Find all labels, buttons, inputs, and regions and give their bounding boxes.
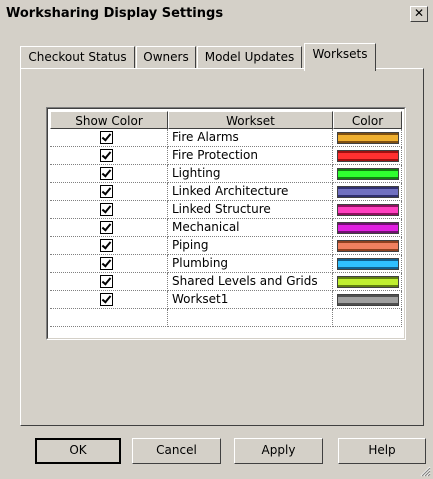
show-color-cell (50, 183, 168, 201)
tab-owners[interactable]: Owners (136, 46, 196, 69)
cancel-button[interactable]: Cancel (132, 438, 221, 464)
color-swatch[interactable] (337, 294, 399, 306)
workset-name: Linked Structure (172, 202, 271, 216)
color-swatch[interactable] (337, 168, 399, 180)
show-color-cell (50, 219, 168, 237)
workset-cell[interactable]: Plumbing (168, 255, 333, 273)
show-color-checkbox[interactable] (100, 221, 113, 234)
workset-name: Fire Protection (172, 148, 258, 162)
color-cell (333, 165, 402, 183)
workset-name: Piping (172, 238, 209, 252)
empty-cell (333, 309, 402, 327)
show-color-cell (50, 165, 168, 183)
workset-name: Workset1 (172, 292, 229, 306)
workset-cell[interactable]: Workset1 (168, 291, 333, 309)
workset-cell[interactable]: Fire Protection (168, 147, 333, 165)
workset-cell[interactable]: Shared Levels and Grids (168, 273, 333, 291)
color-swatch[interactable] (337, 240, 399, 252)
color-swatch[interactable] (337, 276, 399, 288)
title-bar[interactable]: Worksharing Display Settings ✕ (3, 2, 430, 26)
show-color-cell (50, 201, 168, 219)
show-color-checkbox[interactable] (100, 293, 113, 306)
workset-name: Plumbing (172, 256, 229, 270)
workset-cell[interactable]: Piping (168, 237, 333, 255)
help-button[interactable]: Help (338, 438, 426, 464)
show-color-checkbox[interactable] (100, 275, 113, 288)
color-swatch[interactable] (337, 258, 399, 270)
resize-grip-icon[interactable] (419, 465, 431, 477)
color-cell (333, 255, 402, 273)
show-color-cell (50, 147, 168, 165)
workset-cell[interactable]: Linked Structure (168, 201, 333, 219)
workset-name: Mechanical (172, 220, 240, 234)
color-swatch[interactable] (337, 204, 399, 216)
color-cell (333, 291, 402, 309)
show-color-cell (50, 273, 168, 291)
color-cell (333, 273, 402, 291)
column-header-color[interactable]: Color (333, 111, 402, 129)
workset-cell[interactable]: Fire Alarms (168, 129, 333, 147)
workset-name: Shared Levels and Grids (172, 274, 318, 288)
color-swatch[interactable] (337, 222, 399, 234)
color-swatch[interactable] (337, 186, 399, 198)
color-cell (333, 237, 402, 255)
color-cell (333, 201, 402, 219)
tab-worksets[interactable]: Worksets (304, 43, 376, 71)
show-color-cell (50, 291, 168, 309)
show-color-checkbox[interactable] (100, 149, 113, 162)
ok-button[interactable]: OK (35, 438, 121, 464)
worksharing-dialog: Worksharing Display Settings ✕ Checkout … (0, 0, 433, 479)
workset-cell[interactable]: Mechanical (168, 219, 333, 237)
show-color-checkbox[interactable] (100, 167, 113, 180)
workset-grid[interactable]: Show Color Workset Color Fire Alarms Fire… (46, 107, 406, 340)
window-title: Worksharing Display Settings (6, 6, 224, 21)
show-color-cell (50, 255, 168, 273)
show-color-cell (50, 237, 168, 255)
color-cell (333, 219, 402, 237)
show-color-checkbox[interactable] (100, 203, 113, 216)
tab-model-updates[interactable]: Model Updates (197, 46, 302, 69)
workset-name: Lighting (172, 166, 221, 180)
color-cell (333, 147, 402, 165)
workset-name: Linked Architecture (172, 184, 289, 198)
show-color-cell (50, 129, 168, 147)
empty-cell (168, 309, 333, 327)
show-color-checkbox[interactable] (100, 257, 113, 270)
color-cell (333, 129, 402, 147)
show-color-checkbox[interactable] (100, 239, 113, 252)
workset-name: Fire Alarms (172, 130, 239, 144)
show-color-checkbox[interactable] (100, 185, 113, 198)
apply-button[interactable]: Apply (234, 438, 323, 464)
workset-cell[interactable]: Lighting (168, 165, 333, 183)
tab-checkout-status[interactable]: Checkout Status (20, 46, 135, 69)
column-header-show-color[interactable]: Show Color (50, 111, 168, 129)
close-icon[interactable]: ✕ (410, 6, 428, 22)
color-swatch[interactable] (337, 150, 399, 162)
workset-cell[interactable]: Linked Architecture (168, 183, 333, 201)
color-swatch[interactable] (337, 132, 399, 144)
color-cell (333, 183, 402, 201)
empty-cell (50, 309, 168, 327)
show-color-checkbox[interactable] (100, 131, 113, 144)
column-header-workset[interactable]: Workset (168, 111, 333, 129)
